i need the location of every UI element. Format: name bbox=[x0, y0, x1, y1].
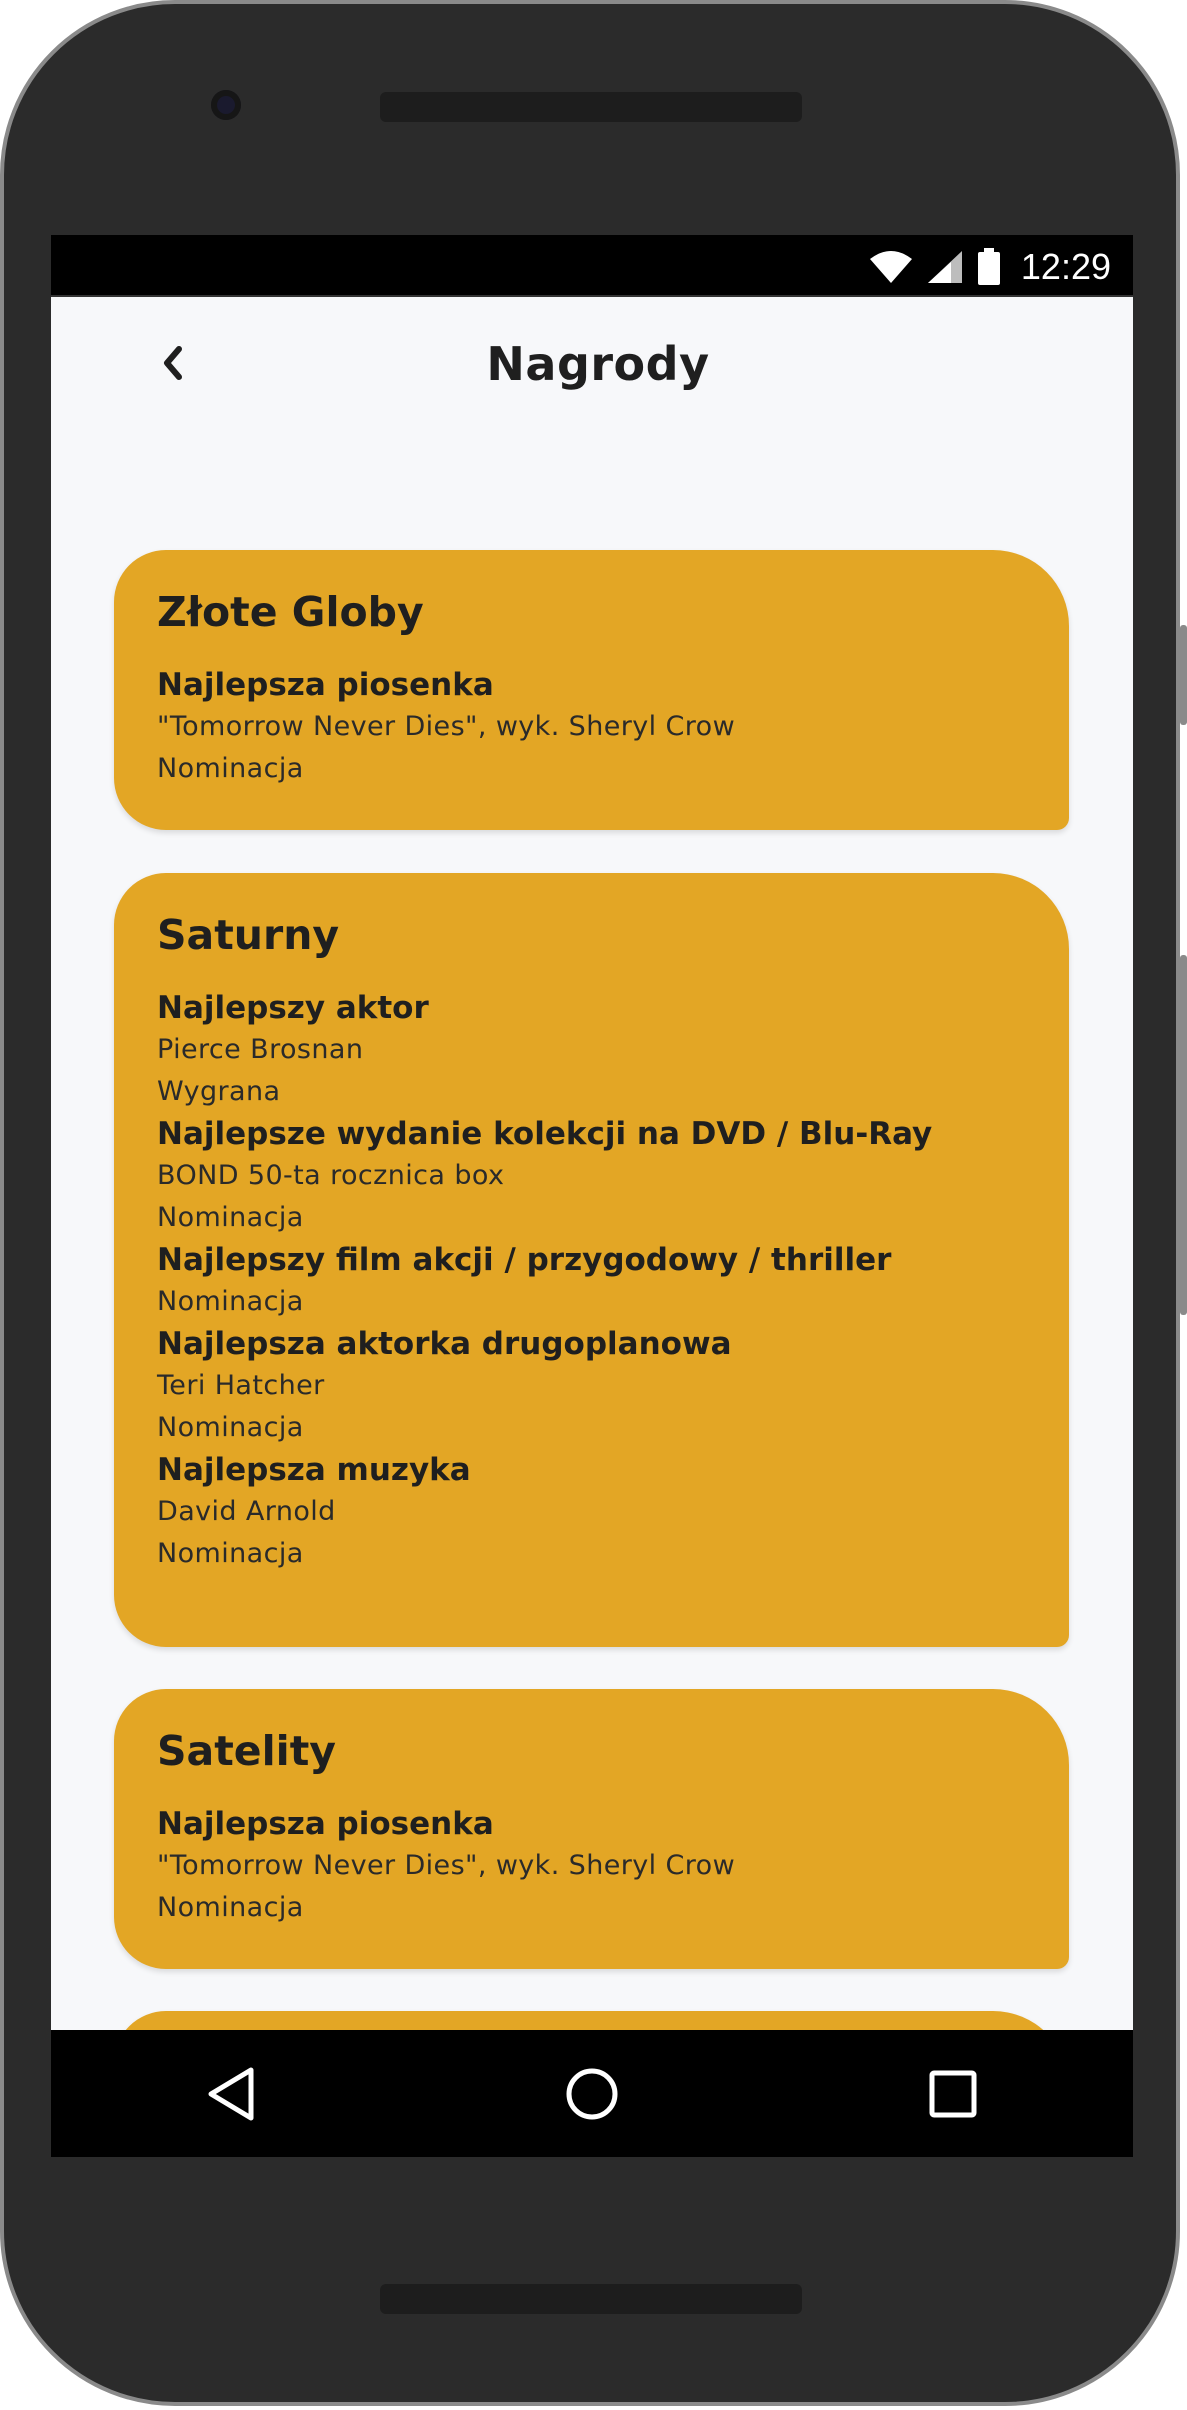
volume-button bbox=[1180, 955, 1187, 1315]
award-result: Nominacja bbox=[157, 1892, 304, 1923]
award-category: Najlepsza piosenka bbox=[157, 667, 494, 703]
award-detail: "Tomorrow Never Dies", wyk. Sheryl Crow bbox=[157, 711, 736, 742]
award-card: Satelity Najlepsza piosenka "Tomorrow Ne… bbox=[114, 1689, 1069, 1969]
app-bar: Nagrody bbox=[51, 297, 1133, 437]
award-card-partial bbox=[114, 2011, 1069, 2030]
award-result: Nominacja bbox=[157, 1202, 304, 1233]
card-title: Satelity bbox=[157, 1727, 337, 1775]
award-entry: Najlepsza aktorka drugoplanowa Teri Hatc… bbox=[157, 1323, 1069, 1449]
award-detail: "Tomorrow Never Dies", wyk. Sheryl Crow bbox=[157, 1850, 736, 1881]
wifi-icon bbox=[869, 251, 912, 283]
award-card: Saturny Najlepszy aktor Pierce Brosnan W… bbox=[114, 873, 1069, 1647]
award-card: Złote Globy Najlepsza piosenka "Tomorrow… bbox=[114, 550, 1069, 830]
nav-recents-button[interactable] bbox=[898, 2044, 1008, 2144]
award-category: Najlepsza aktorka drugoplanowa bbox=[157, 1326, 732, 1362]
phone-frame: Złote Globy Najlepsza piosenka "Tomorrow… bbox=[0, 0, 1180, 2406]
screen: Złote Globy Najlepsza piosenka "Tomorrow… bbox=[51, 235, 1133, 2157]
award-entry: Najlepsze wydanie kolekcji na DVD / Blu-… bbox=[157, 1113, 1069, 1239]
award-detail: David Arnold bbox=[157, 1496, 336, 1527]
navigation-bar bbox=[51, 2030, 1133, 2157]
cellular-signal-icon bbox=[927, 251, 962, 283]
award-category: Najlepszy aktor bbox=[157, 990, 429, 1026]
award-entry: Najlepszy aktor Pierce Brosnan Wygrana bbox=[157, 987, 1069, 1113]
award-detail: Pierce Brosnan bbox=[157, 1034, 364, 1065]
battery-icon bbox=[977, 248, 1000, 285]
award-category: Najlepsza piosenka bbox=[157, 1806, 494, 1842]
card-title: Saturny bbox=[157, 911, 340, 959]
award-category: Najlepszy film akcji / przygodowy / thri… bbox=[157, 1242, 892, 1278]
status-bar: 12:29 bbox=[51, 235, 1133, 297]
award-entry: Najlepsza piosenka "Tomorrow Never Dies"… bbox=[157, 1803, 1069, 1929]
awards-list[interactable]: Złote Globy Najlepsza piosenka "Tomorrow… bbox=[51, 235, 1133, 2030]
award-entry: Najlepsza piosenka "Tomorrow Never Dies"… bbox=[157, 664, 1069, 790]
award-category: Najlepsza muzyka bbox=[157, 1452, 471, 1488]
award-result: Nominacja bbox=[157, 1412, 304, 1443]
recents-square-icon bbox=[929, 2070, 977, 2117]
award-entry: Najlepszy film akcji / przygodowy / thri… bbox=[157, 1239, 1069, 1323]
award-entry: Najlepsza muzyka David Arnold Nominacja bbox=[157, 1449, 1069, 1575]
back-triangle-icon bbox=[208, 2067, 254, 2120]
power-button bbox=[1180, 625, 1187, 725]
award-result: Wygrana bbox=[157, 1076, 281, 1107]
status-time: 12:29 bbox=[1020, 246, 1111, 287]
award-result: Nominacja bbox=[157, 1538, 304, 1569]
home-circle-icon bbox=[566, 2068, 618, 2119]
nav-home-button[interactable] bbox=[537, 2044, 647, 2144]
card-title: Złote Globy bbox=[157, 588, 424, 636]
award-category: Najlepsze wydanie kolekcji na DVD / Blu-… bbox=[157, 1116, 933, 1152]
award-detail: BOND 50-ta rocznica box bbox=[157, 1160, 505, 1191]
award-result: Nominacja bbox=[157, 753, 304, 784]
front-camera bbox=[211, 90, 241, 120]
bottom-speaker bbox=[380, 2284, 802, 2314]
award-detail: Teri Hatcher bbox=[157, 1370, 325, 1401]
page-title: Nagrody bbox=[486, 337, 710, 391]
award-result: Nominacja bbox=[157, 1286, 304, 1317]
nav-back-button[interactable] bbox=[176, 2044, 286, 2144]
top-speaker bbox=[380, 92, 802, 122]
